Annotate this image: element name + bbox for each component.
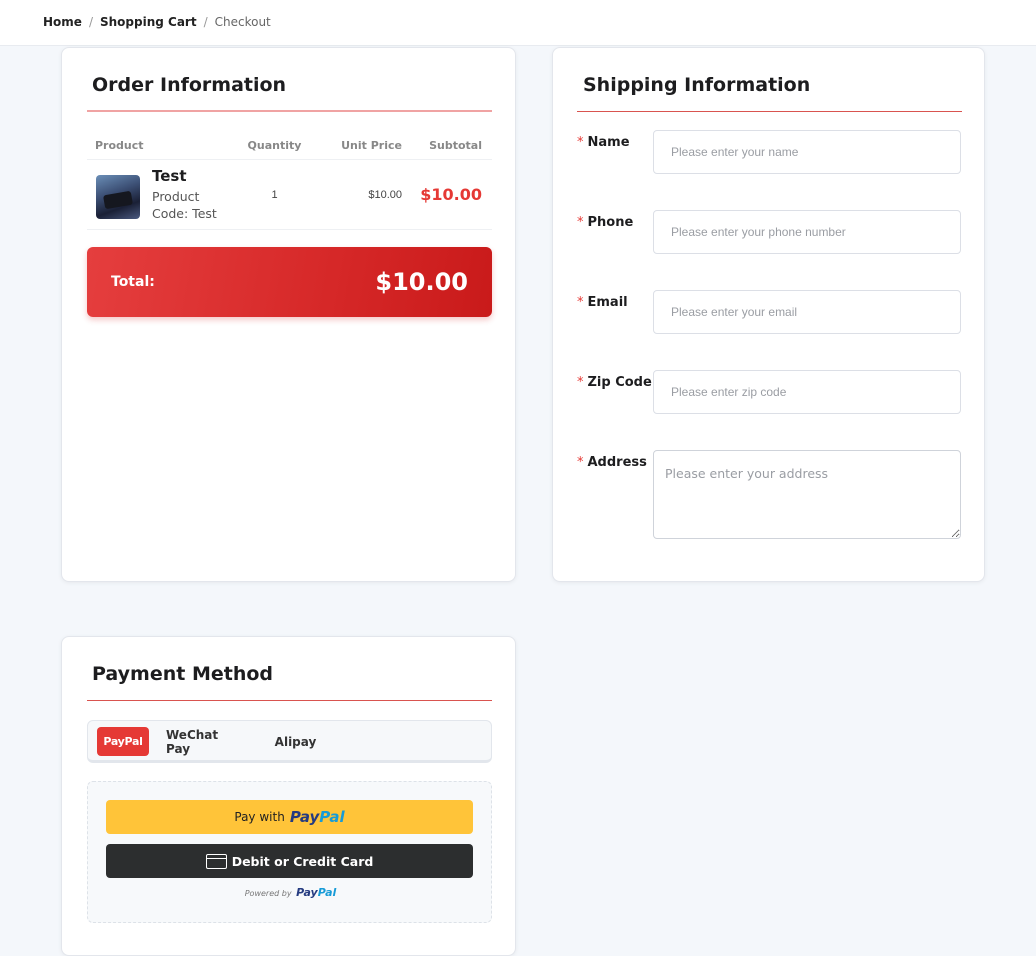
payment-method-card: Payment Method PayPal WeChat Pay Alipay … — [61, 636, 516, 956]
paypal-panel: Pay with PayPal Debit or Credit Card Pow… — [87, 781, 492, 923]
order-title: Order Information — [92, 74, 287, 96]
breadcrumb-separator: / — [88, 15, 93, 29]
zip-code-label: * Zip Code — [577, 375, 652, 390]
payment-title: Payment Method — [92, 663, 274, 685]
order-total-bar: Total: $10.00 — [87, 247, 492, 317]
breadcrumb: Home / Shopping Cart / Checkout — [43, 15, 271, 29]
column-header-product: Product — [95, 139, 144, 152]
breadcrumb-cart-link[interactable]: Shopping Cart — [100, 15, 197, 29]
pay-with-paypal-button[interactable]: Pay with PayPal — [106, 800, 473, 834]
debit-credit-card-button[interactable]: Debit or Credit Card — [106, 844, 473, 878]
product-cell: Test Product Code: Test — [87, 167, 237, 222]
unit-price-cell: $10.00 — [368, 188, 402, 201]
breadcrumb-current: Checkout — [214, 15, 271, 29]
name-input[interactable] — [653, 130, 961, 174]
breadcrumb-home-link[interactable]: Home — [43, 15, 82, 29]
required-mark: * — [577, 215, 584, 230]
total-value: $10.00 — [375, 268, 468, 296]
order-title-underline — [87, 110, 492, 112]
quantity-cell: 1 — [271, 188, 278, 201]
paypal-logo: PayPal — [289, 808, 345, 826]
product-name: Test — [152, 167, 187, 185]
table-row: Test Product Code: Test 1 $10.00 $10.00 — [87, 160, 492, 230]
tab-paypal[interactable]: PayPal — [97, 727, 149, 756]
breadcrumb-separator: / — [203, 15, 208, 29]
column-header-quantity: Quantity — [247, 139, 302, 152]
pay-with-label: Pay with — [234, 810, 285, 824]
order-information-card: Order Information Product Quantity Unit … — [61, 47, 516, 582]
product-thumbnail — [96, 175, 140, 219]
shipping-title: Shipping Information — [583, 74, 811, 96]
address-label: * Address — [577, 455, 647, 470]
paypal-logo: PayPal — [296, 886, 337, 899]
zip-code-input[interactable] — [653, 370, 961, 414]
required-mark: * — [577, 375, 584, 390]
top-bar: Home / Shopping Cart / Checkout — [0, 0, 1036, 46]
tab-wechat-pay[interactable]: WeChat Pay — [166, 727, 246, 756]
required-mark: * — [577, 295, 584, 310]
order-table: Product Quantity Unit Price Subtotal Tes… — [87, 132, 492, 230]
email-input[interactable] — [653, 290, 961, 334]
required-mark: * — [577, 135, 584, 150]
tab-alipay[interactable]: Alipay — [268, 727, 323, 756]
phone-label: * Phone — [577, 215, 634, 230]
name-label: * Name — [577, 135, 630, 150]
subtotal-cell: $10.00 — [420, 185, 482, 204]
powered-by-paypal: Powered by PayPal — [88, 886, 493, 899]
card-button-label: Debit or Credit Card — [231, 853, 374, 869]
shipping-information-card: Shipping Information *Name *Phone *Email… — [552, 47, 985, 582]
shipping-title-underline — [577, 111, 962, 112]
powered-by-label: Powered by — [244, 889, 292, 898]
column-header-subtotal: Subtotal — [429, 139, 482, 152]
order-table-header: Product Quantity Unit Price Subtotal — [87, 132, 492, 160]
email-label: * Email — [577, 295, 628, 310]
phone-input[interactable] — [653, 210, 961, 254]
payment-tabs: PayPal WeChat Pay Alipay — [87, 720, 492, 763]
payment-title-underline — [87, 700, 492, 701]
total-label: Total: — [111, 274, 155, 290]
column-header-unit-price: Unit Price — [341, 139, 402, 152]
required-mark: * — [577, 455, 584, 470]
address-textarea[interactable] — [653, 450, 961, 539]
product-code: Product Code: Test — [152, 189, 217, 221]
credit-card-icon — [205, 853, 227, 869]
